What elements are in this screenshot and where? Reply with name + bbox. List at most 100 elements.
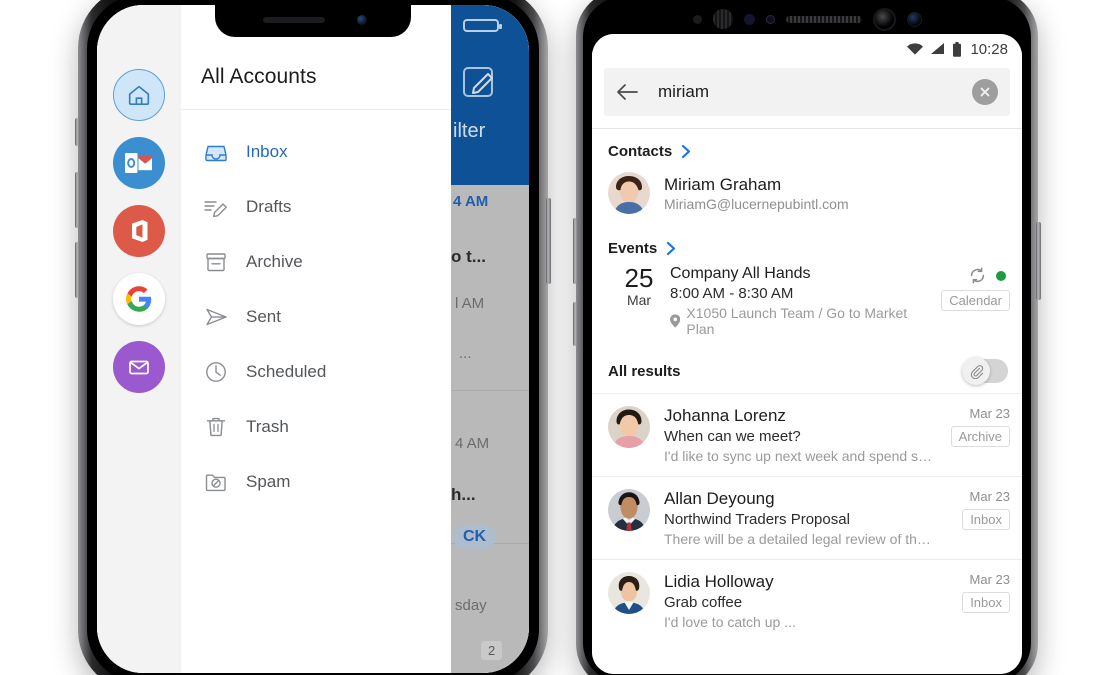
sidebar-item-home-account[interactable] bbox=[113, 69, 165, 121]
message-preview: I'd love to catch up ... bbox=[664, 614, 796, 630]
event-time: 8:00 AM - 8:30 AM bbox=[670, 285, 794, 302]
list-item[interactable]: Lidia Holloway Grab coffee I'd love to cat… bbox=[592, 559, 1022, 642]
power-button[interactable] bbox=[1036, 222, 1041, 300]
message-details: Lidia Holloway Grab coffee I'd love to cat… bbox=[664, 572, 936, 630]
event-date: 25 Mar bbox=[608, 263, 670, 337]
sidebar-item-outlook-account[interactable] bbox=[113, 137, 165, 189]
chevron-right-icon[interactable] bbox=[680, 144, 693, 159]
status-bar: 10:28 bbox=[592, 34, 1022, 64]
left-phone-iphone: All Accounts Inbox2DraftsArchive8SentSch… bbox=[75, 0, 551, 675]
sidebar-item-google-account[interactable] bbox=[113, 273, 165, 325]
iphone-notch bbox=[215, 5, 411, 37]
volume-rocker-button[interactable] bbox=[573, 218, 578, 284]
trash-icon bbox=[201, 412, 231, 442]
message-folder-tag: Archive bbox=[950, 426, 1010, 447]
wifi-icon bbox=[907, 43, 924, 55]
avatar bbox=[608, 489, 650, 531]
contact-name: Miriam Graham bbox=[664, 174, 782, 194]
message-folder-tag: Inbox bbox=[962, 592, 1010, 613]
message-subject: Northwind Traders Proposal bbox=[664, 511, 850, 528]
status-bar-time: 10:28 bbox=[970, 40, 1008, 58]
contacts-section-title: Contacts bbox=[608, 143, 673, 160]
list-item[interactable]: Allan Deyoung Northwind Traders Proposal T… bbox=[592, 476, 1022, 559]
front-camera-icon bbox=[872, 7, 896, 31]
iris-sensor-icon bbox=[765, 14, 775, 24]
volume-up-button[interactable] bbox=[75, 172, 80, 228]
message-details: Allan Deyoung Northwind Traders Proposal T… bbox=[664, 489, 936, 547]
secondary-camera-icon bbox=[906, 11, 922, 27]
front-camera-icon bbox=[357, 15, 367, 25]
message-list-body[interactable]: 4 AMo t...l AM...4 AMh...sdaysdayCK2 bbox=[451, 185, 529, 673]
outlook-ios-app: All Accounts Inbox2DraftsArchive8SentSch… bbox=[97, 5, 529, 673]
status-badge bbox=[996, 270, 1006, 281]
message-peek-line: 4 AM bbox=[453, 193, 489, 210]
message-subject: When can we meet? bbox=[664, 428, 801, 445]
assistant-button[interactable] bbox=[573, 302, 578, 346]
recurring-icon bbox=[970, 267, 985, 284]
avatar bbox=[608, 172, 650, 214]
message-list-peek[interactable]: ilter 4 AMo t...l AM...4 AMh...sdaysdayC… bbox=[451, 5, 529, 673]
avatar bbox=[608, 572, 650, 614]
contacts-section-header[interactable]: Contacts bbox=[592, 129, 1022, 166]
message-folder-tag: Inbox bbox=[962, 509, 1010, 530]
right-phone-android: 10:28 miriam Contacts Miriam Graham Miri… bbox=[573, 0, 1041, 675]
back-arrow-icon[interactable] bbox=[616, 83, 638, 101]
all-results-title: All results bbox=[608, 362, 681, 380]
volume-down-button[interactable] bbox=[75, 242, 80, 298]
earpiece-speaker bbox=[263, 17, 325, 23]
event-folder-tag: Calendar bbox=[941, 290, 1010, 311]
message-peek-divider bbox=[451, 390, 529, 391]
drafts-icon bbox=[201, 192, 231, 222]
speaker-hole-icon bbox=[712, 9, 733, 29]
battery-icon bbox=[953, 41, 962, 57]
right-phone-screen: 10:28 miriam Contacts Miriam Graham Miri… bbox=[592, 34, 1022, 674]
earpiece-grille-icon bbox=[785, 15, 862, 23]
close-icon bbox=[980, 87, 990, 97]
event-result-row[interactable]: 25 Mar Company All Hands 8:00 AM - 8:30 … bbox=[592, 263, 1022, 347]
message-peek-line: l AM bbox=[455, 295, 485, 312]
light-sensor-icon bbox=[743, 13, 755, 25]
location-pin-icon bbox=[670, 314, 681, 328]
message-meta: Mar 23 Archive bbox=[936, 406, 1010, 464]
clear-icon[interactable] bbox=[972, 79, 998, 105]
message-peek-chip[interactable]: CK bbox=[453, 525, 497, 549]
attachment-filter-toggle[interactable] bbox=[962, 357, 1008, 385]
message-from: Allan Deyoung bbox=[664, 489, 775, 508]
compose-icon[interactable] bbox=[461, 63, 499, 101]
message-list-header: ilter bbox=[451, 5, 529, 185]
chevron-right-icon[interactable] bbox=[665, 241, 678, 256]
mute-switch-button[interactable] bbox=[75, 118, 80, 146]
list-item[interactable]: Johanna Lorenz When can we meet? I'd like … bbox=[592, 393, 1022, 476]
sidebar-item-mail-account[interactable] bbox=[113, 341, 165, 393]
filter-label[interactable]: ilter bbox=[453, 120, 485, 143]
left-phone-screen: All Accounts Inbox2DraftsArchive8SentSch… bbox=[97, 5, 529, 673]
avatar bbox=[608, 406, 650, 448]
archive-icon bbox=[201, 247, 231, 277]
event-location: X1050 Launch Team / Go to Market Plan bbox=[686, 305, 908, 337]
message-from: Lidia Holloway bbox=[664, 572, 774, 591]
message-date: Mar 23 bbox=[969, 572, 1010, 587]
all-results-header: All results bbox=[592, 347, 1022, 393]
envelope-icon bbox=[129, 360, 149, 375]
event-icon-row bbox=[969, 267, 1010, 284]
message-peek-count: 2 bbox=[481, 641, 503, 660]
message-preview: I'd like to sync up next week and spend … bbox=[664, 448, 936, 464]
attachment-icon bbox=[970, 364, 983, 379]
message-preview: There will be a detailed legal review of… bbox=[664, 531, 936, 547]
outlook-logo-icon bbox=[125, 153, 153, 173]
events-section-header[interactable]: Events bbox=[592, 226, 1022, 263]
contact-info: Miriam Graham MiriamG@lucernepubintl.com bbox=[664, 175, 849, 212]
spam-icon bbox=[201, 467, 231, 497]
search-bar[interactable]: miriam bbox=[604, 68, 1010, 116]
contact-result-row[interactable]: Miriam Graham MiriamG@lucernepubintl.com bbox=[592, 166, 1022, 226]
event-day: 25 bbox=[624, 263, 654, 293]
proximity-sensor-icon bbox=[692, 14, 702, 24]
search-input[interactable]: miriam bbox=[658, 82, 972, 102]
sidebar-item-office-account[interactable] bbox=[113, 205, 165, 257]
sent-icon bbox=[201, 302, 231, 332]
message-peek-line: o t... bbox=[451, 247, 486, 266]
screenshot-stage: All Accounts Inbox2DraftsArchive8SentSch… bbox=[0, 0, 1114, 675]
event-meta: Calendar bbox=[926, 265, 1010, 337]
power-button[interactable] bbox=[546, 198, 551, 284]
home-icon bbox=[128, 85, 150, 106]
